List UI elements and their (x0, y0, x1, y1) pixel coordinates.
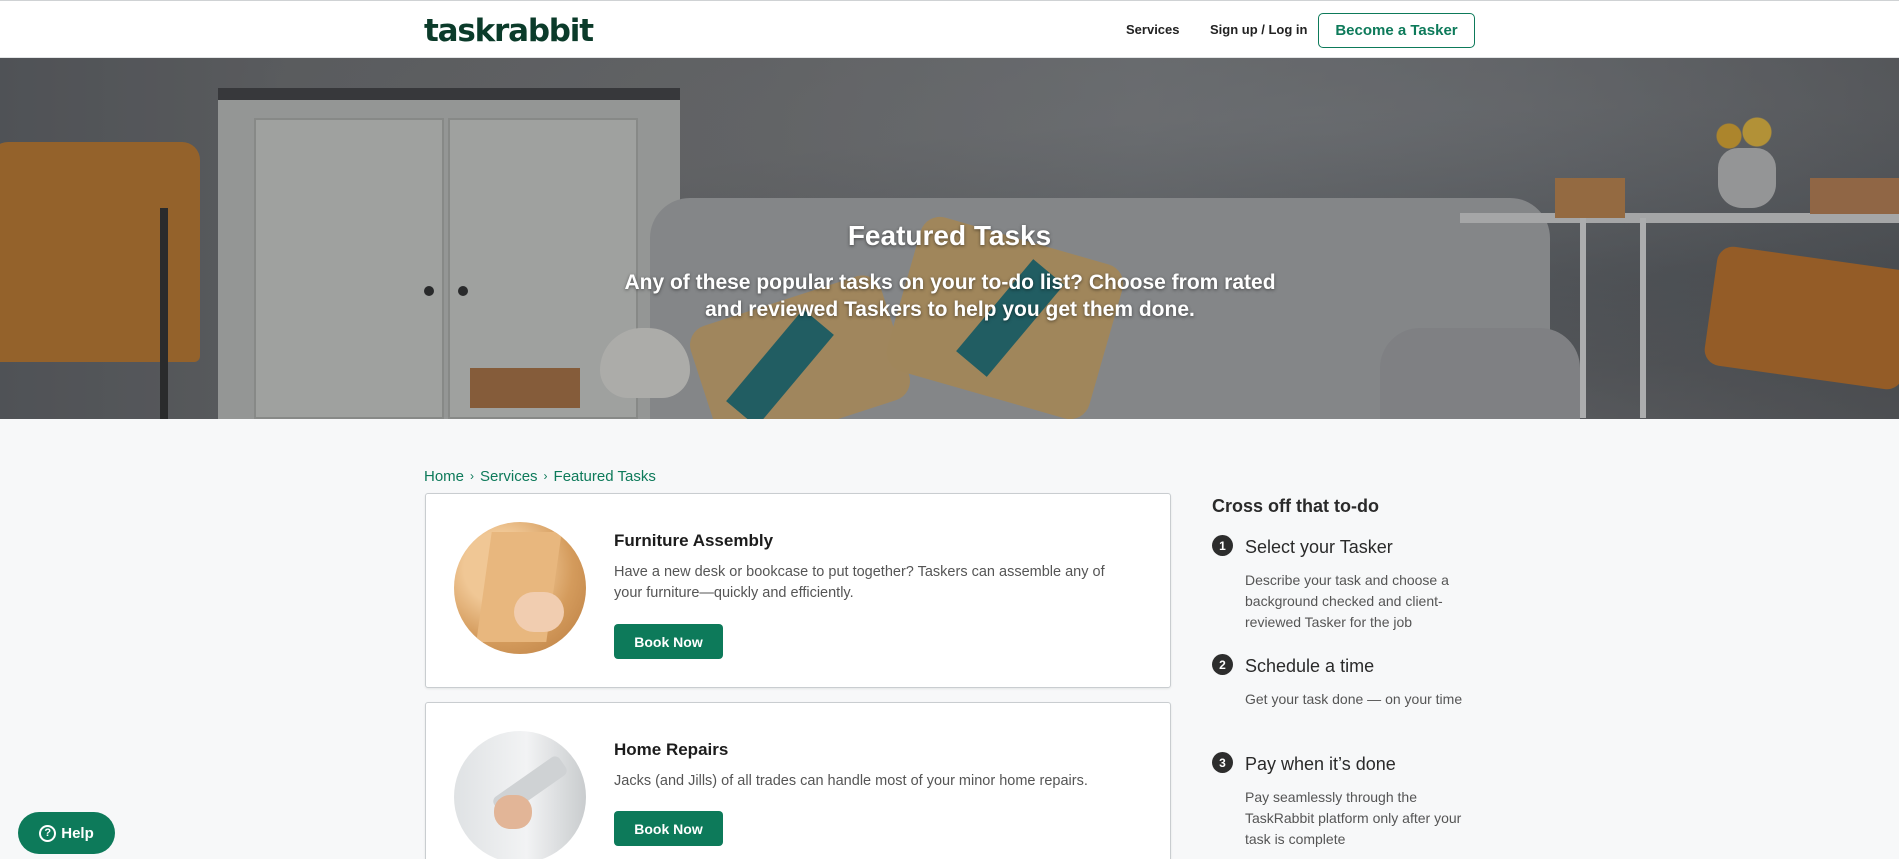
step-description: Get your task done — on your time (1245, 691, 1463, 707)
step-title: Select your Tasker (1245, 537, 1393, 557)
task-description: Jacks (and Jills) of all trades can hand… (614, 773, 1088, 789)
task-description: Have a new desk or bookcase to put toget… (614, 564, 1105, 601)
nav-services-link[interactable]: Services (1126, 22, 1180, 37)
task-card-home-repairs: Home Repairs Jacks (and Jills) of all tr… (425, 702, 1171, 859)
breadcrumb-featured-tasks[interactable]: Featured Tasks (554, 468, 656, 485)
book-now-button[interactable]: Book Now (614, 624, 723, 659)
step-title: Pay when it’s done (1245, 754, 1396, 774)
become-tasker-button[interactable]: Become a Tasker (1318, 13, 1475, 48)
task-title[interactable]: Home Repairs (614, 740, 728, 760)
step-number-badge: 3 (1212, 752, 1233, 773)
taskrabbit-logo[interactable]: taskrabbit (424, 13, 594, 49)
help-button[interactable]: ? Help (18, 812, 115, 854)
task-card-furniture-assembly: Furniture Assembly Have a new desk or bo… (425, 493, 1171, 688)
breadcrumb: Home › Services › Featured Tasks (424, 468, 656, 485)
step-number-badge: 2 (1212, 654, 1233, 675)
step-description: Describe your task and choose a backgrou… (1245, 572, 1449, 630)
book-now-button[interactable]: Book Now (614, 811, 723, 846)
sidebar-title: Cross off that to-do (1212, 496, 1379, 516)
nav-signup-login-link[interactable]: Sign up / Log in (1210, 22, 1307, 37)
breadcrumb-separator: › (543, 469, 548, 483)
site-header: taskrabbit Services Sign up / Log in Bec… (0, 0, 1899, 58)
question-icon: ? (39, 824, 57, 842)
task-title[interactable]: Furniture Assembly (614, 531, 773, 551)
step-title: Schedule a time (1245, 656, 1375, 676)
furniture-image-hand (514, 592, 564, 632)
breadcrumb-services[interactable]: Services (480, 468, 538, 485)
step-description: Pay seamlessly through the TaskRabbit pl… (1245, 789, 1462, 847)
repair-image-hand (494, 795, 532, 829)
hero-subtitle: Any of these popular tasks on your to-do… (624, 271, 1276, 321)
breadcrumb-home[interactable]: Home (424, 468, 464, 485)
help-label: Help (61, 824, 94, 842)
home-repairs-image (454, 731, 586, 859)
hero-title: Featured Tasks (847, 220, 1052, 251)
hero-banner: Featured Tasks Any of these popular task… (0, 58, 1899, 419)
furniture-assembly-image (454, 522, 586, 654)
breadcrumb-separator: › (470, 469, 475, 483)
step-number-badge: 1 (1212, 535, 1233, 556)
